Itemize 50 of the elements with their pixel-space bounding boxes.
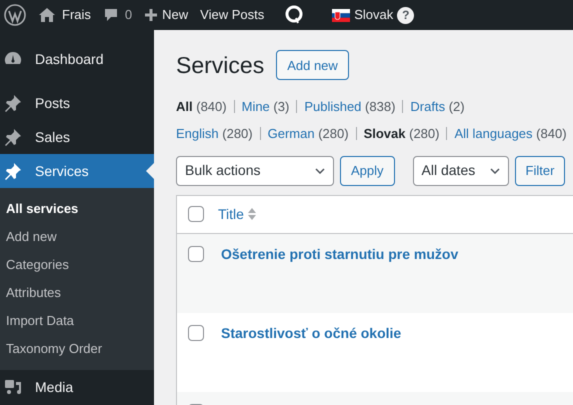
comment-icon[interactable] xyxy=(102,7,119,23)
home-icon[interactable] xyxy=(38,7,56,23)
column-header[interactable]: Title xyxy=(218,204,244,224)
comment-count: 0 xyxy=(124,6,132,24)
current-indicator-icon xyxy=(146,163,154,179)
menu-item[interactable]: Media xyxy=(0,370,154,404)
wordpress-logo-icon[interactable] xyxy=(4,4,26,26)
filter-link[interactable]: Drafts (2) xyxy=(410,96,465,116)
site-name-link[interactable]: Frais xyxy=(62,5,91,25)
submenu-item[interactable]: Categories xyxy=(0,251,154,279)
flag-icon xyxy=(332,8,350,22)
menu-item[interactable]: Posts xyxy=(0,86,154,120)
chevron-down-icon xyxy=(490,168,500,174)
filter-link[interactable]: Slovak (280) xyxy=(364,124,440,144)
menu-item[interactable]: Sales xyxy=(0,120,154,154)
chevron-down-icon xyxy=(315,168,325,174)
help-badge[interactable]: ? xyxy=(397,6,414,24)
media-icon xyxy=(3,377,23,397)
menu-item[interactable]: Dashboard xyxy=(0,42,154,76)
language-switcher[interactable]: Slovak xyxy=(354,5,394,25)
pin-icon xyxy=(3,161,23,181)
pin-icon xyxy=(3,127,23,147)
post-title-link[interactable]: Ošetrenie proti starnutiu pre mužov xyxy=(221,244,458,264)
pin-icon xyxy=(3,93,23,113)
checkbox[interactable] xyxy=(188,324,204,340)
plugin-logo-icon[interactable] xyxy=(284,4,304,26)
submenu-item[interactable]: Taxonomy Order xyxy=(0,335,154,363)
filter-link[interactable]: English (280) xyxy=(176,124,253,144)
submenu-item[interactable]: Attributes xyxy=(0,279,154,307)
filter-link[interactable]: German (280) xyxy=(268,124,349,144)
filter-button[interactable]: Filter xyxy=(514,156,566,186)
post-title-link[interactable]: Starostlivosť o očné okolie xyxy=(221,322,402,344)
filter-link[interactable]: Mine (3) xyxy=(242,96,290,116)
submenu-item[interactable]: Import Data xyxy=(0,307,154,335)
page-title: Services xyxy=(176,51,264,80)
apply-button[interactable]: Apply xyxy=(340,156,395,186)
filter-link[interactable]: All (840) xyxy=(176,96,227,116)
view-posts-link[interactable]: View Posts xyxy=(200,5,264,25)
dates-select[interactable]: All dates xyxy=(412,156,509,186)
filter-link[interactable]: Published (838) xyxy=(304,96,396,116)
checkbox[interactable] xyxy=(188,206,204,222)
menu-item[interactable]: Services xyxy=(0,154,154,188)
submenu-item[interactable]: Add new xyxy=(0,223,154,251)
bulk-actions-select[interactable]: Bulk actions xyxy=(176,156,334,186)
plus-icon[interactable] xyxy=(144,8,158,22)
checkbox[interactable] xyxy=(188,246,204,262)
filter-link[interactable]: All languages (840) xyxy=(454,124,567,144)
add-new-button[interactable]: Add new xyxy=(276,50,349,80)
submenu-item[interactable]: All services xyxy=(0,195,154,223)
new-link[interactable]: New xyxy=(162,5,188,25)
